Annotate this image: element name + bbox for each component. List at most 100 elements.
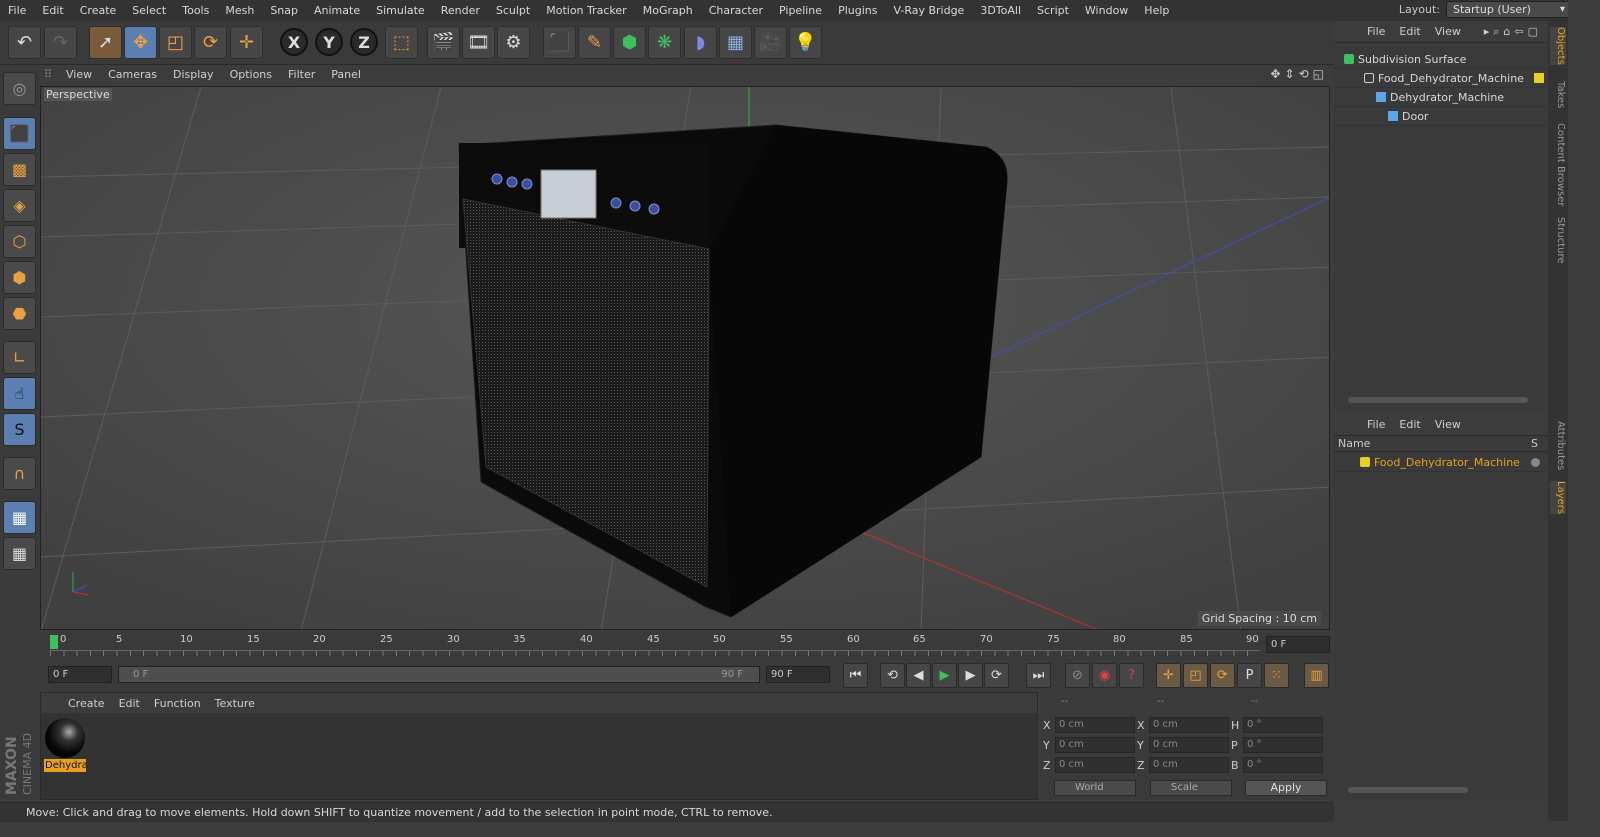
- viewport-menu-cameras[interactable]: Cameras: [100, 68, 165, 81]
- material-menu-edit[interactable]: Edit: [112, 697, 147, 710]
- key-point-level-icon[interactable]: ⁙: [1264, 663, 1289, 688]
- menu-edit[interactable]: Edit: [34, 0, 71, 21]
- model-mode-icon[interactable]: ⬛: [3, 117, 36, 150]
- maximize-icon[interactable]: ◱: [1313, 67, 1324, 81]
- coordinate-mode-dropdown[interactable]: Scale: [1150, 780, 1232, 796]
- polygons-mode-icon[interactable]: ⬣: [3, 297, 36, 330]
- material-menu-create[interactable]: Create: [61, 697, 112, 710]
- menu-select[interactable]: Select: [124, 0, 174, 21]
- layers-menu-edit[interactable]: Edit: [1392, 418, 1427, 431]
- size-z-field[interactable]: 0 cm: [1149, 757, 1229, 773]
- workplane-icon[interactable]: ◈: [3, 189, 36, 222]
- layers-scrollbar[interactable]: [1348, 787, 1468, 793]
- layer-solo-toggle[interactable]: [1531, 458, 1540, 467]
- autokeying-icon[interactable]: ◉: [1092, 663, 1117, 688]
- cube-primitive-icon[interactable]: ⬛: [543, 26, 576, 59]
- render-settings-icon[interactable]: ⚙: [497, 26, 530, 59]
- rotate-tool-icon[interactable]: ⟳: [194, 26, 227, 59]
- material-menu-texture[interactable]: Texture: [208, 697, 262, 710]
- undo-icon[interactable]: ↶: [8, 26, 41, 59]
- material-swatch[interactable]: Dehydra: [44, 717, 86, 773]
- key-position-icon[interactable]: ✛: [1156, 663, 1181, 688]
- move-tool-icon[interactable]: ✥: [124, 26, 157, 59]
- menu-mesh[interactable]: Mesh: [217, 0, 262, 21]
- viewport-menu-filter[interactable]: Filter: [280, 68, 323, 81]
- live-selection-icon[interactable]: ➚: [89, 26, 122, 59]
- menu-render[interactable]: Render: [433, 0, 488, 21]
- zoom-icon[interactable]: ⇕: [1285, 67, 1295, 81]
- object-row-food-dehydrator[interactable]: Food_Dehydrator_Machine: [1334, 69, 1548, 88]
- scale-tool-icon[interactable]: ◰: [159, 26, 192, 59]
- apply-button[interactable]: Apply: [1245, 780, 1327, 796]
- end-frame-field[interactable]: 90 F: [766, 666, 830, 683]
- tweak-mode-icon[interactable]: ☝: [3, 377, 36, 410]
- layer-color-swatch[interactable]: [1360, 457, 1370, 467]
- key-scale-icon[interactable]: ◰: [1183, 663, 1208, 688]
- layers-menu-view[interactable]: View: [1428, 418, 1468, 431]
- redo-icon[interactable]: ↷: [44, 26, 77, 59]
- snapping-icon[interactable]: ∩: [3, 457, 36, 490]
- locked-workplane-icon[interactable]: ▦: [3, 537, 36, 570]
- frame-range-slider[interactable]: 0 F 90 F: [118, 666, 760, 683]
- material-menu-function[interactable]: Function: [147, 697, 208, 710]
- menu-vray-bridge[interactable]: V-Ray Bridge: [885, 0, 972, 21]
- go-to-end-icon[interactable]: ⏭: [1026, 663, 1051, 688]
- menu-pipeline[interactable]: Pipeline: [771, 0, 830, 21]
- deformer-icon[interactable]: ◗: [684, 26, 717, 59]
- light-icon[interactable]: 💡: [789, 26, 822, 59]
- pan-icon[interactable]: ✥: [1270, 67, 1280, 81]
- position-x-field[interactable]: 0 cm: [1055, 717, 1135, 733]
- size-x-field[interactable]: 0 cm: [1149, 717, 1229, 733]
- position-z-field[interactable]: 0 cm: [1055, 757, 1135, 773]
- objects-toolbar-icons[interactable]: ▸⌕⌂⇦▢: [1484, 25, 1548, 39]
- pen-spline-icon[interactable]: ✎: [578, 26, 611, 59]
- object-row-door[interactable]: Door: [1334, 107, 1548, 126]
- previous-key-icon[interactable]: ⟲: [880, 663, 905, 688]
- tab-content-browser[interactable]: Content Browser: [1550, 123, 1566, 206]
- tab-takes[interactable]: Takes: [1550, 81, 1566, 108]
- menu-motion-tracker[interactable]: Motion Tracker: [538, 0, 634, 21]
- menu-script[interactable]: Script: [1029, 0, 1077, 21]
- play-icon[interactable]: ▶: [932, 663, 957, 688]
- object-row-dehydrator-machine[interactable]: Dehydrator_Machine: [1334, 88, 1548, 107]
- rotation-b-field[interactable]: 0 °: [1243, 757, 1323, 773]
- menu-mograph[interactable]: MoGraph: [635, 0, 701, 21]
- menu-create[interactable]: Create: [72, 0, 125, 21]
- menu-sculpt[interactable]: Sculpt: [488, 0, 538, 21]
- axis-mode-icon[interactable]: ∟: [3, 341, 36, 374]
- layer-color-swatch[interactable]: [1534, 73, 1544, 83]
- render-picture-viewer-icon[interactable]: 🎞: [462, 26, 495, 59]
- rotation-h-field[interactable]: 0 °: [1243, 717, 1323, 733]
- workplane-lock-icon[interactable]: ▦: [3, 501, 36, 534]
- texture-mode-icon[interactable]: ▩: [3, 153, 36, 186]
- recent-tool-icon[interactable]: ✛: [230, 26, 263, 59]
- go-to-start-icon[interactable]: ⏮: [843, 663, 868, 688]
- tab-objects[interactable]: Objects: [1550, 27, 1566, 65]
- menu-3dtoall[interactable]: 3DToAll: [972, 0, 1029, 21]
- objects-menu-file[interactable]: File: [1360, 25, 1392, 38]
- timeline-playhead[interactable]: [50, 635, 58, 649]
- coordinate-system-icon[interactable]: ⬚: [385, 26, 418, 59]
- layout-select[interactable]: Startup (User): [1446, 1, 1570, 18]
- tab-attributes[interactable]: Attributes: [1550, 421, 1566, 470]
- key-parameter-icon[interactable]: P: [1237, 663, 1262, 688]
- keyframe-selection-icon[interactable]: ?: [1119, 663, 1144, 688]
- viewport-menu-panel[interactable]: Panel: [323, 68, 369, 81]
- menu-simulate[interactable]: Simulate: [368, 0, 433, 21]
- viewport-perspective[interactable]: Perspective Grid Spacing : 10 cm: [40, 86, 1330, 630]
- subdivision-surface-icon[interactable]: ⬢: [613, 26, 646, 59]
- tab-layers[interactable]: Layers: [1550, 481, 1566, 515]
- menu-window[interactable]: Window: [1077, 0, 1136, 21]
- position-y-field[interactable]: 0 cm: [1055, 737, 1135, 753]
- rotation-p-field[interactable]: 0 °: [1243, 737, 1323, 753]
- next-frame-icon[interactable]: ▶: [958, 663, 983, 688]
- camera-icon[interactable]: 🎥: [754, 26, 787, 59]
- menu-animate[interactable]: Animate: [306, 0, 368, 21]
- menu-plugins[interactable]: Plugins: [830, 0, 885, 21]
- solo-mode-icon[interactable]: S: [3, 413, 36, 446]
- menu-character[interactable]: Character: [701, 0, 771, 21]
- viewport-menu-display[interactable]: Display: [165, 68, 222, 81]
- timeline-window-icon[interactable]: ▥: [1304, 663, 1329, 688]
- objects-menu-view[interactable]: View: [1428, 25, 1468, 38]
- axis-z-lock-icon[interactable]: Z: [350, 28, 378, 56]
